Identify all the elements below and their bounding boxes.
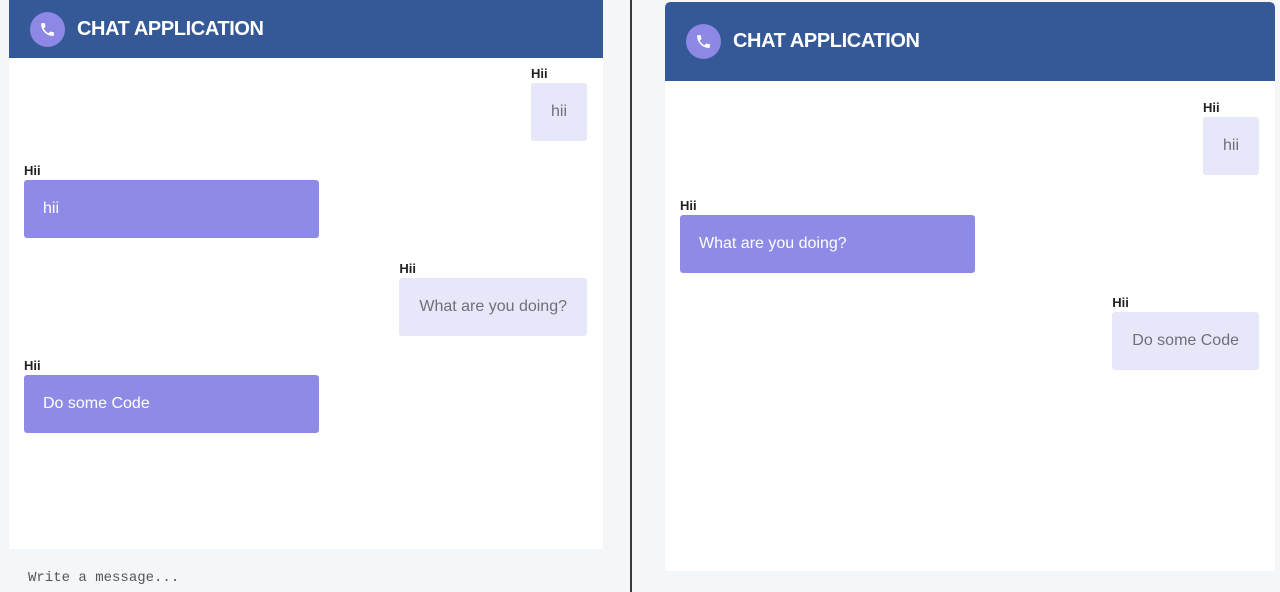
message-bubble: Do some Code bbox=[24, 375, 319, 433]
window-divider bbox=[630, 0, 632, 592]
message-sender: Hii bbox=[530, 66, 548, 81]
message-list: Hii hii Hii hii Hii What are you doing? … bbox=[9, 58, 603, 549]
message-received: Hii Do some Code bbox=[24, 358, 319, 433]
phone-icon[interactable] bbox=[30, 11, 65, 47]
app-title: CHAT APPLICATION bbox=[733, 30, 920, 52]
chat-header: CHAT APPLICATION bbox=[9, 0, 603, 58]
message-bubble: hii bbox=[1202, 117, 1259, 175]
chat-window-right: CHAT APPLICATION Hii hii Hii What are yo… bbox=[665, 2, 1275, 592]
message-bubble: What are you doing? bbox=[399, 278, 587, 336]
message-bubble: What are you doing? bbox=[680, 215, 975, 273]
message-input[interactable] bbox=[9, 555, 603, 586]
message-sender: Hii bbox=[24, 163, 41, 178]
phone-icon[interactable] bbox=[686, 24, 721, 59]
message-composer bbox=[9, 549, 603, 592]
message-sender: Hii bbox=[1112, 295, 1129, 310]
message-received: Hii hii bbox=[24, 163, 319, 238]
message-list: Hii hii Hii What are you doing? Hii Do s… bbox=[665, 81, 1275, 571]
message-sent: Hii What are you doing? bbox=[399, 261, 587, 336]
message-sender: Hii bbox=[1202, 100, 1220, 115]
message-sender: Hii bbox=[399, 261, 416, 276]
app-title: CHAT APPLICATION bbox=[77, 17, 264, 40]
message-sent: Hii Do some Code bbox=[1112, 295, 1259, 370]
message-received: Hii What are you doing? bbox=[680, 198, 975, 273]
message-sent: Hii hii bbox=[1202, 100, 1259, 175]
chat-window-left: CHAT APPLICATION Hii hii Hii hii Hii Wha… bbox=[9, 0, 603, 592]
message-sent: Hii hii bbox=[530, 66, 587, 141]
message-bubble: hii bbox=[530, 83, 587, 141]
message-sender: Hii bbox=[24, 358, 41, 373]
message-bubble: hii bbox=[24, 180, 319, 238]
message-sender: Hii bbox=[680, 198, 697, 213]
message-composer[interactable] bbox=[665, 571, 1275, 592]
message-bubble: Do some Code bbox=[1112, 312, 1259, 370]
chat-header: CHAT APPLICATION bbox=[665, 2, 1275, 81]
